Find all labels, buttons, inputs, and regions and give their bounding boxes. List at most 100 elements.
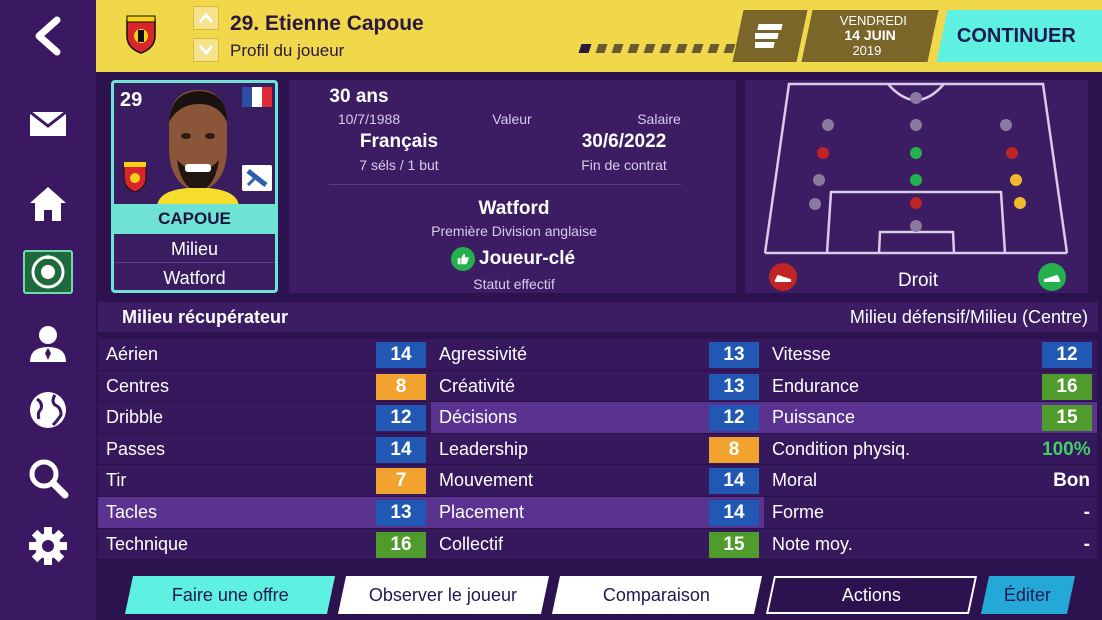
- attribute-value: 8: [376, 373, 426, 400]
- menu-button[interactable]: [732, 10, 808, 62]
- actions-button[interactable]: Actions: [765, 576, 978, 614]
- attribute-row[interactable]: Placement 14: [431, 496, 764, 529]
- contract-end: 30/6/2022: [581, 131, 667, 152]
- nationality: Français: [359, 131, 439, 152]
- search-icon: [29, 459, 69, 499]
- attribute-label: Aérien: [106, 344, 159, 364]
- gear-icon: [29, 527, 67, 565]
- attribute-label: Collectif: [439, 533, 504, 554]
- attribute-label: Décisions: [439, 407, 518, 428]
- attribute-row[interactable]: Tacles 13: [98, 496, 431, 529]
- attribute-value: -: [1083, 501, 1090, 523]
- sidebar: [0, 0, 96, 620]
- attribute-row[interactable]: Condition physiq. 100%: [764, 433, 1097, 466]
- attribute-row[interactable]: Mouvement 14: [431, 465, 764, 497]
- attribute-row[interactable]: Note moy. -: [764, 528, 1097, 561]
- page-dot[interactable]: [611, 44, 624, 53]
- date-date: 14 JUIN: [844, 27, 896, 43]
- make-offer-label: Faire une offre: [171, 584, 289, 605]
- globe-icon: [30, 392, 66, 428]
- attribute-row[interactable]: Moral Bon: [764, 465, 1097, 497]
- page-dot[interactable]: [595, 44, 608, 53]
- right-foot-icon: [1038, 263, 1066, 291]
- thumbs-up-icon: [451, 247, 475, 271]
- search-button[interactable]: [22, 452, 74, 504]
- back-button[interactable]: [0, 0, 96, 72]
- page-dot[interactable]: [691, 44, 704, 53]
- continue-label: CONTINUER: [956, 24, 1076, 47]
- page-dot[interactable]: [643, 44, 656, 53]
- attribute-value: 7: [376, 468, 426, 495]
- page-dot[interactable]: [675, 44, 688, 53]
- compare-button[interactable]: Comparaison: [551, 576, 763, 614]
- position-pitch: Droit: [745, 80, 1088, 293]
- make-offer-button[interactable]: Faire une offre: [124, 576, 336, 614]
- attribute-row[interactable]: Technique 16: [98, 528, 431, 561]
- edit-label: Éditer: [1004, 584, 1052, 605]
- previous-player-button[interactable]: [193, 6, 219, 30]
- attribute-value: 12: [376, 405, 426, 432]
- attribute-label: Centres: [106, 375, 170, 396]
- attribute-value: 12: [1042, 342, 1092, 368]
- chevron-up-icon: [198, 12, 214, 23]
- page-dot[interactable]: [627, 44, 640, 53]
- attribute-label: Créativité: [439, 375, 516, 396]
- attribute-value: 12: [709, 405, 759, 432]
- attribute-row[interactable]: Endurance 16: [764, 370, 1097, 403]
- pitch-diagram: [763, 82, 1069, 255]
- settings-button[interactable]: [22, 520, 74, 572]
- attribute-value: 16: [376, 531, 426, 558]
- player-name-label: CAPOUE: [114, 204, 275, 234]
- attribute-row[interactable]: Centres 8: [98, 370, 431, 403]
- league-name[interactable]: Première Division anglaise: [389, 223, 639, 239]
- attribute-row[interactable]: Vitesse 12: [764, 339, 1097, 371]
- attribute-row[interactable]: Agressivité 13: [431, 339, 764, 371]
- attribute-value: 15: [1042, 405, 1092, 432]
- contract-label: Fin de contrat: [581, 157, 667, 173]
- attribute-row[interactable]: Leadership 8: [431, 433, 764, 466]
- player-position: Milieu: [114, 235, 275, 263]
- edit-button[interactable]: Éditer: [980, 576, 1076, 614]
- scout-player-button[interactable]: Observer le joueur: [337, 576, 550, 614]
- club-name[interactable]: Watford: [389, 198, 639, 220]
- attribute-row[interactable]: Tir 7: [98, 465, 431, 497]
- mail-icon: [29, 110, 67, 136]
- physical-attributes: Vitesse 12 Endurance 16 Puissance 15 Condition…: [764, 339, 1097, 561]
- attribute-label: Note moy.: [772, 533, 853, 554]
- attribute-row[interactable]: Créativité 13: [431, 370, 764, 403]
- back-arrow-icon: [35, 16, 61, 56]
- attribute-row[interactable]: Décisions 12: [431, 402, 764, 434]
- attribute-value: 16: [1042, 373, 1092, 400]
- attribute-label: Puissance: [772, 407, 856, 428]
- page-dot[interactable]: [707, 44, 720, 53]
- chevron-down-icon: [198, 45, 214, 56]
- player-card: 29 CAPOUE Milieu Watford: [111, 80, 278, 293]
- age: 30 ans: [329, 86, 389, 107]
- attribute-row[interactable]: Aérien 14: [98, 339, 431, 371]
- world-button[interactable]: [22, 384, 74, 436]
- attribute-row[interactable]: Puissance 15: [764, 402, 1097, 434]
- mental-attributes: Agressivité 13 Créativité 13 Décisions 12 Lead…: [431, 339, 764, 561]
- player-title: 29. Etienne Capoue: [230, 12, 424, 35]
- attribute-row[interactable]: Dribble 12: [98, 402, 431, 434]
- actions-label: Actions: [841, 584, 902, 605]
- continue-button[interactable]: CONTINUER: [936, 10, 1102, 62]
- next-player-button[interactable]: [193, 38, 219, 62]
- role-header[interactable]: Milieu récupérateur Milieu défensif/Mili…: [98, 302, 1098, 332]
- attribute-row[interactable]: Passes 14: [98, 433, 431, 466]
- salary-label: Salaire: [637, 111, 681, 127]
- home-button[interactable]: [22, 178, 74, 230]
- attribute-row[interactable]: Forme -: [764, 496, 1097, 529]
- attribute-value: Bon: [1053, 470, 1090, 492]
- page-dot[interactable]: [659, 44, 672, 53]
- date-display: VENDREDI 14 JUIN 2019: [801, 10, 939, 62]
- technical-attributes: Aérien 14 Centres 8 Dribble 12 Passes 14 Tir 7 Tac…: [98, 339, 431, 561]
- attribute-label: Endurance: [772, 375, 860, 396]
- compare-label: Comparaison: [603, 584, 711, 605]
- page-dot[interactable]: [578, 44, 592, 53]
- manager-button[interactable]: [22, 318, 74, 370]
- club-button[interactable]: [23, 250, 73, 294]
- attribute-label: Passes: [106, 438, 166, 459]
- inbox-button[interactable]: [22, 98, 74, 150]
- attribute-row[interactable]: Collectif 15: [431, 528, 764, 561]
